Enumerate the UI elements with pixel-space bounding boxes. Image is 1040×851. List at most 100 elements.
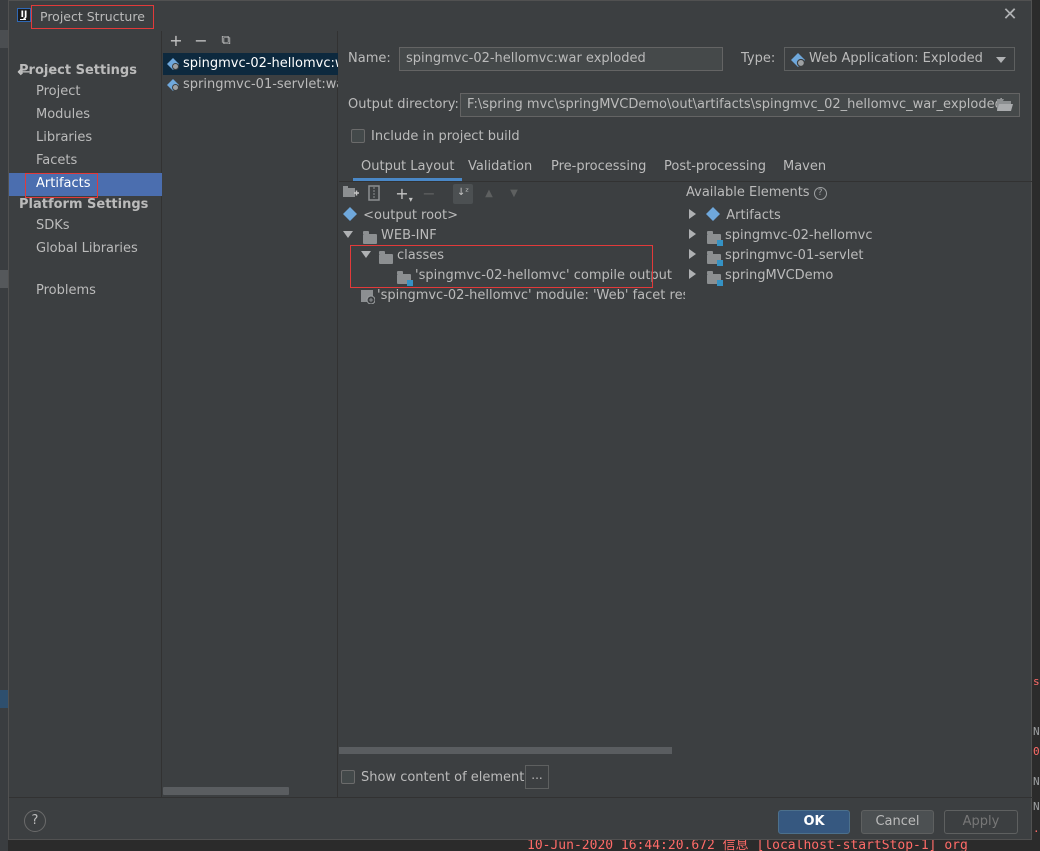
copy-icon[interactable]: ⧉ — [217, 31, 235, 51]
create-directory-icon[interactable] — [343, 185, 361, 203]
browse-folder-icon[interactable] — [997, 99, 1013, 111]
remove-icon[interactable]: − — [192, 31, 210, 51]
expand-arrow-icon[interactable] — [343, 231, 353, 238]
artifact-list-item[interactable]: spingmvc-02-hellomvc:war exploded — [163, 53, 338, 75]
cancel-button[interactable]: Cancel — [861, 810, 934, 834]
webinf-label: WEB-INF — [381, 228, 437, 243]
create-archive-icon[interactable] — [368, 185, 386, 203]
available-item[interactable] — [689, 226, 696, 246]
intellij-logo-icon: IJ — [17, 8, 31, 22]
available-item[interactable] — [689, 266, 696, 286]
project-structure-dialog: IJ Project Structure ✕ ← → Project Setti… — [8, 0, 1033, 840]
compile-output-label[interactable]: 'spingmvc-02-hellomvc' compile output — [415, 266, 672, 286]
module-output-icon — [397, 271, 413, 286]
available-elements-header: Available Elements? — [686, 185, 827, 200]
console-glyph: s — [1033, 675, 1040, 688]
expand-arrow-icon[interactable] — [689, 209, 696, 219]
move-down-icon: ▼ — [510, 188, 518, 199]
facet-resource-label[interactable]: 'spingmvc-02-hellomvc' module: 'Web' fac… — [377, 286, 685, 306]
module-icon — [707, 251, 723, 266]
output-directory-label: Output directory: — [348, 97, 459, 112]
remove-element-icon: − — [422, 184, 436, 203]
artifact-name: spingmvc-02-hellomvc:war exploded — [183, 56, 338, 71]
type-value: Web Application: Exploded — [809, 51, 983, 66]
folder-icon — [363, 231, 377, 244]
help-icon[interactable]: ? — [813, 187, 827, 200]
available-item[interactable]: Artifacts — [689, 206, 781, 226]
background-ide-marker — [0, 30, 8, 48]
available-elements-title: Available Elements — [686, 185, 810, 200]
output-root-label: <output root> — [363, 208, 458, 223]
move-up-icon: ▲ — [485, 188, 493, 199]
background-console-line: 10-Jun-2020 16:44:20.672 信息 [localhost-s… — [527, 840, 968, 851]
artifact-name: springmvc-01-servlet:war exploded — [183, 77, 338, 92]
sidebar-item-global-libraries[interactable]: Global Libraries — [36, 241, 138, 256]
sort-alphabetically-icon[interactable]: ↓ᶻ — [453, 184, 473, 204]
more-options-button[interactable]: ... — [525, 765, 549, 789]
name-label: Name: — [348, 51, 391, 66]
dropdown-arrow-icon — [996, 57, 1006, 63]
sidebar-item-project[interactable]: Project — [36, 84, 80, 99]
horizontal-scrollbar[interactable] — [163, 787, 289, 795]
window-title: Project Structure — [31, 5, 154, 29]
settings-sidebar: ← → Project Settings Project Modules Lib… — [9, 31, 162, 797]
expand-arrow-icon[interactable] — [361, 251, 371, 258]
output-tree-row[interactable]: <output root> — [343, 206, 458, 226]
include-in-build-checkbox[interactable] — [351, 129, 365, 143]
horizontal-scrollbar[interactable] — [339, 747, 672, 754]
module-icon — [707, 271, 723, 286]
ok-button[interactable]: OK — [778, 810, 850, 834]
sidebar-item-artifacts[interactable]: Artifacts — [36, 176, 91, 191]
console-glyph: N — [1033, 775, 1040, 788]
console-glyph: . — [1033, 822, 1040, 835]
sidebar-item-problems[interactable]: Problems — [36, 283, 96, 298]
output-layout-toolbar: +▾ − ↓ᶻ ▲ ▼ — [339, 182, 685, 206]
tab-pre-processing[interactable]: Pre-processing — [551, 159, 646, 181]
artifact-details-panel: Name: spingmvc-02-hellomvc:war exploded … — [339, 31, 1032, 797]
tab-maven[interactable]: Maven — [783, 159, 826, 181]
background-console-edge: s N 0 N N . — [1032, 0, 1040, 851]
close-icon[interactable]: ✕ — [999, 4, 1021, 26]
available-item-label: spingmvc-02-hellomvc — [725, 228, 873, 243]
console-glyph: N — [1033, 725, 1040, 738]
sidebar-item-modules[interactable]: Modules — [36, 107, 90, 122]
artifact-list-item[interactable]: springmvc-01-servlet:war exploded — [163, 74, 338, 96]
output-directory-value: F:\spring mvc\springMVCDemo\out\artifact… — [467, 97, 1003, 112]
output-directory-field[interactable]: F:\spring mvc\springMVCDemo\out\artifact… — [460, 93, 1020, 117]
available-item-label: springMVCDemo — [725, 268, 834, 283]
add-copy-icon[interactable]: +▾ — [395, 185, 413, 205]
console-glyph: 0 — [1033, 745, 1040, 758]
sidebar-item-libraries[interactable]: Libraries — [36, 130, 92, 145]
help-button[interactable]: ? — [24, 810, 46, 832]
name-field[interactable]: spingmvc-02-hellomvc:war exploded — [399, 47, 723, 71]
artifact-icon — [167, 58, 179, 70]
expand-arrow-icon[interactable] — [689, 229, 696, 239]
sidebar-item-facets[interactable]: Facets — [36, 153, 77, 168]
tab-post-processing[interactable]: Post-processing — [664, 159, 766, 181]
artifacts-list-panel: + − ⧉ spingmvc-02-hellomvc:war exploded … — [163, 31, 338, 797]
type-label: Type: — [741, 51, 776, 66]
module-icon — [707, 231, 723, 246]
classes-label: classes — [397, 248, 445, 263]
output-tree-row[interactable] — [343, 226, 353, 246]
tab-output-layout[interactable]: Output Layout — [353, 159, 463, 181]
output-tree-row[interactable] — [361, 246, 371, 266]
show-content-label: Show content of elements — [361, 770, 532, 785]
expand-arrow-icon[interactable] — [689, 269, 696, 279]
sidebar-item-sdks[interactable]: SDKs — [36, 218, 70, 233]
add-icon[interactable]: + — [167, 31, 185, 51]
artifacts-icon — [706, 207, 721, 221]
expand-arrow-icon[interactable] — [689, 249, 696, 259]
background-ide-edge — [0, 0, 8, 851]
background-ide-marker — [0, 270, 8, 288]
apply-button[interactable]: Apply — [944, 810, 1018, 834]
artifact-icon — [167, 79, 179, 91]
available-item[interactable] — [689, 246, 696, 266]
available-item-label: springmvc-01-servlet — [725, 248, 864, 263]
show-content-checkbox[interactable] — [341, 770, 355, 784]
type-dropdown[interactable]: Web Application: Exploded — [784, 47, 1015, 71]
include-in-build-label: Include in project build — [371, 129, 520, 144]
title-bar: IJ Project Structure ✕ — [9, 1, 1033, 31]
tab-validation[interactable]: Validation — [468, 159, 532, 181]
available-item-label: Artifacts — [726, 208, 781, 223]
